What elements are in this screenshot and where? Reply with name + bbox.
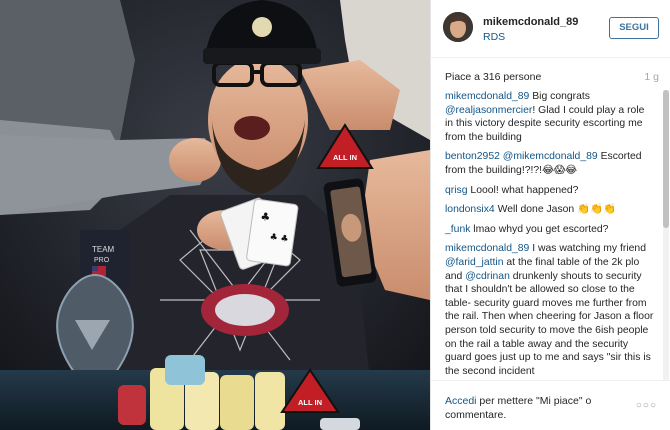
post-meta: Piace a 316 persone 1 g xyxy=(431,58,670,88)
login-prompt: Accedi per mettere "Mi piace" o commenta… xyxy=(445,394,625,422)
comment-author[interactable]: _funk xyxy=(445,224,470,235)
comment-text: Well done Jason 👏👏👏 xyxy=(494,204,616,216)
comment-text: drunkenly shouts to security that I shou… xyxy=(445,270,654,377)
comments-scrollbar[interactable] xyxy=(663,90,669,380)
comment-mention[interactable]: @farid_jattin xyxy=(445,257,504,268)
comment-item: qrisg Loool! what happened? xyxy=(445,184,655,198)
post-details-panel: mikemcdonald_89 RDS SEGUI Piace a 316 pe… xyxy=(430,0,670,430)
svg-text:PRO: PRO xyxy=(94,257,110,264)
comment-author[interactable]: mikemcdonald_89 xyxy=(445,91,529,102)
comment-author[interactable]: mikemcdonald_89 xyxy=(445,243,529,254)
comment-text: Big congrats xyxy=(529,91,590,102)
location-link[interactable]: RDS xyxy=(483,31,505,43)
username[interactable]: mikemcdonald_89 xyxy=(483,16,578,28)
comment-author[interactable]: qrisg xyxy=(445,185,468,196)
comment-item: mikemcdonald_89 Big congrats @realjasonm… xyxy=(445,90,655,144)
avatar[interactable] xyxy=(443,12,473,42)
comments-list: mikemcdonald_89 Big congrats @realjasonm… xyxy=(431,90,665,380)
svg-text:♣: ♣ xyxy=(260,210,272,224)
comment-item: benton2952 @mikemcdonald_89 Escorted fro… xyxy=(445,150,655,177)
post-timestamp[interactable]: 1 g xyxy=(644,71,659,83)
svg-text:ALL IN: ALL IN xyxy=(298,398,322,407)
login-link[interactable]: Accedi xyxy=(445,395,477,407)
more-options-icon[interactable]: ○○○ xyxy=(636,400,657,411)
svg-text:TEAM: TEAM xyxy=(92,245,115,254)
comment-mention[interactable]: @cdrinan xyxy=(465,271,510,282)
comment-author[interactable]: benton2952 xyxy=(445,151,500,162)
instagram-post-view: ♣ ♣ ♣ ALL IN TEAM PRO ALL IN mikemcdonal… xyxy=(0,0,670,430)
comment-text: lmao whyd you get escorted? xyxy=(470,223,609,235)
comment-mention[interactable]: @realjasonmercier xyxy=(445,105,532,116)
comment-item: _funk lmao whyd you get escorted? xyxy=(445,223,655,237)
follow-button[interactable]: SEGUI xyxy=(609,17,659,39)
post-photo[interactable]: ♣ ♣ ♣ ALL IN TEAM PRO ALL IN xyxy=(0,0,430,430)
comment-text: Loool! what happened? xyxy=(467,184,579,196)
post-photo-image: ♣ ♣ ♣ ALL IN TEAM PRO ALL IN xyxy=(0,0,430,430)
comment-item: londonsix4 Well done Jason 👏👏👏 xyxy=(445,203,655,217)
likes-count[interactable]: Piace a 316 persone xyxy=(445,71,541,83)
post-header: mikemcdonald_89 RDS SEGUI xyxy=(431,0,670,58)
svg-text:ALL IN: ALL IN xyxy=(333,153,357,162)
scrollbar-thumb[interactable] xyxy=(663,90,669,228)
comment-text: I was watching my friend xyxy=(529,243,646,255)
comment-author[interactable]: londonsix4 xyxy=(445,204,495,215)
post-footer: Accedi per mettere "Mi piace" o commenta… xyxy=(431,380,670,430)
comment-item: mikemcdonald_89 I was watching my friend… xyxy=(445,242,655,378)
avatar-image xyxy=(443,12,473,42)
comment-mention[interactable]: @mikemcdonald_89 xyxy=(503,151,598,162)
